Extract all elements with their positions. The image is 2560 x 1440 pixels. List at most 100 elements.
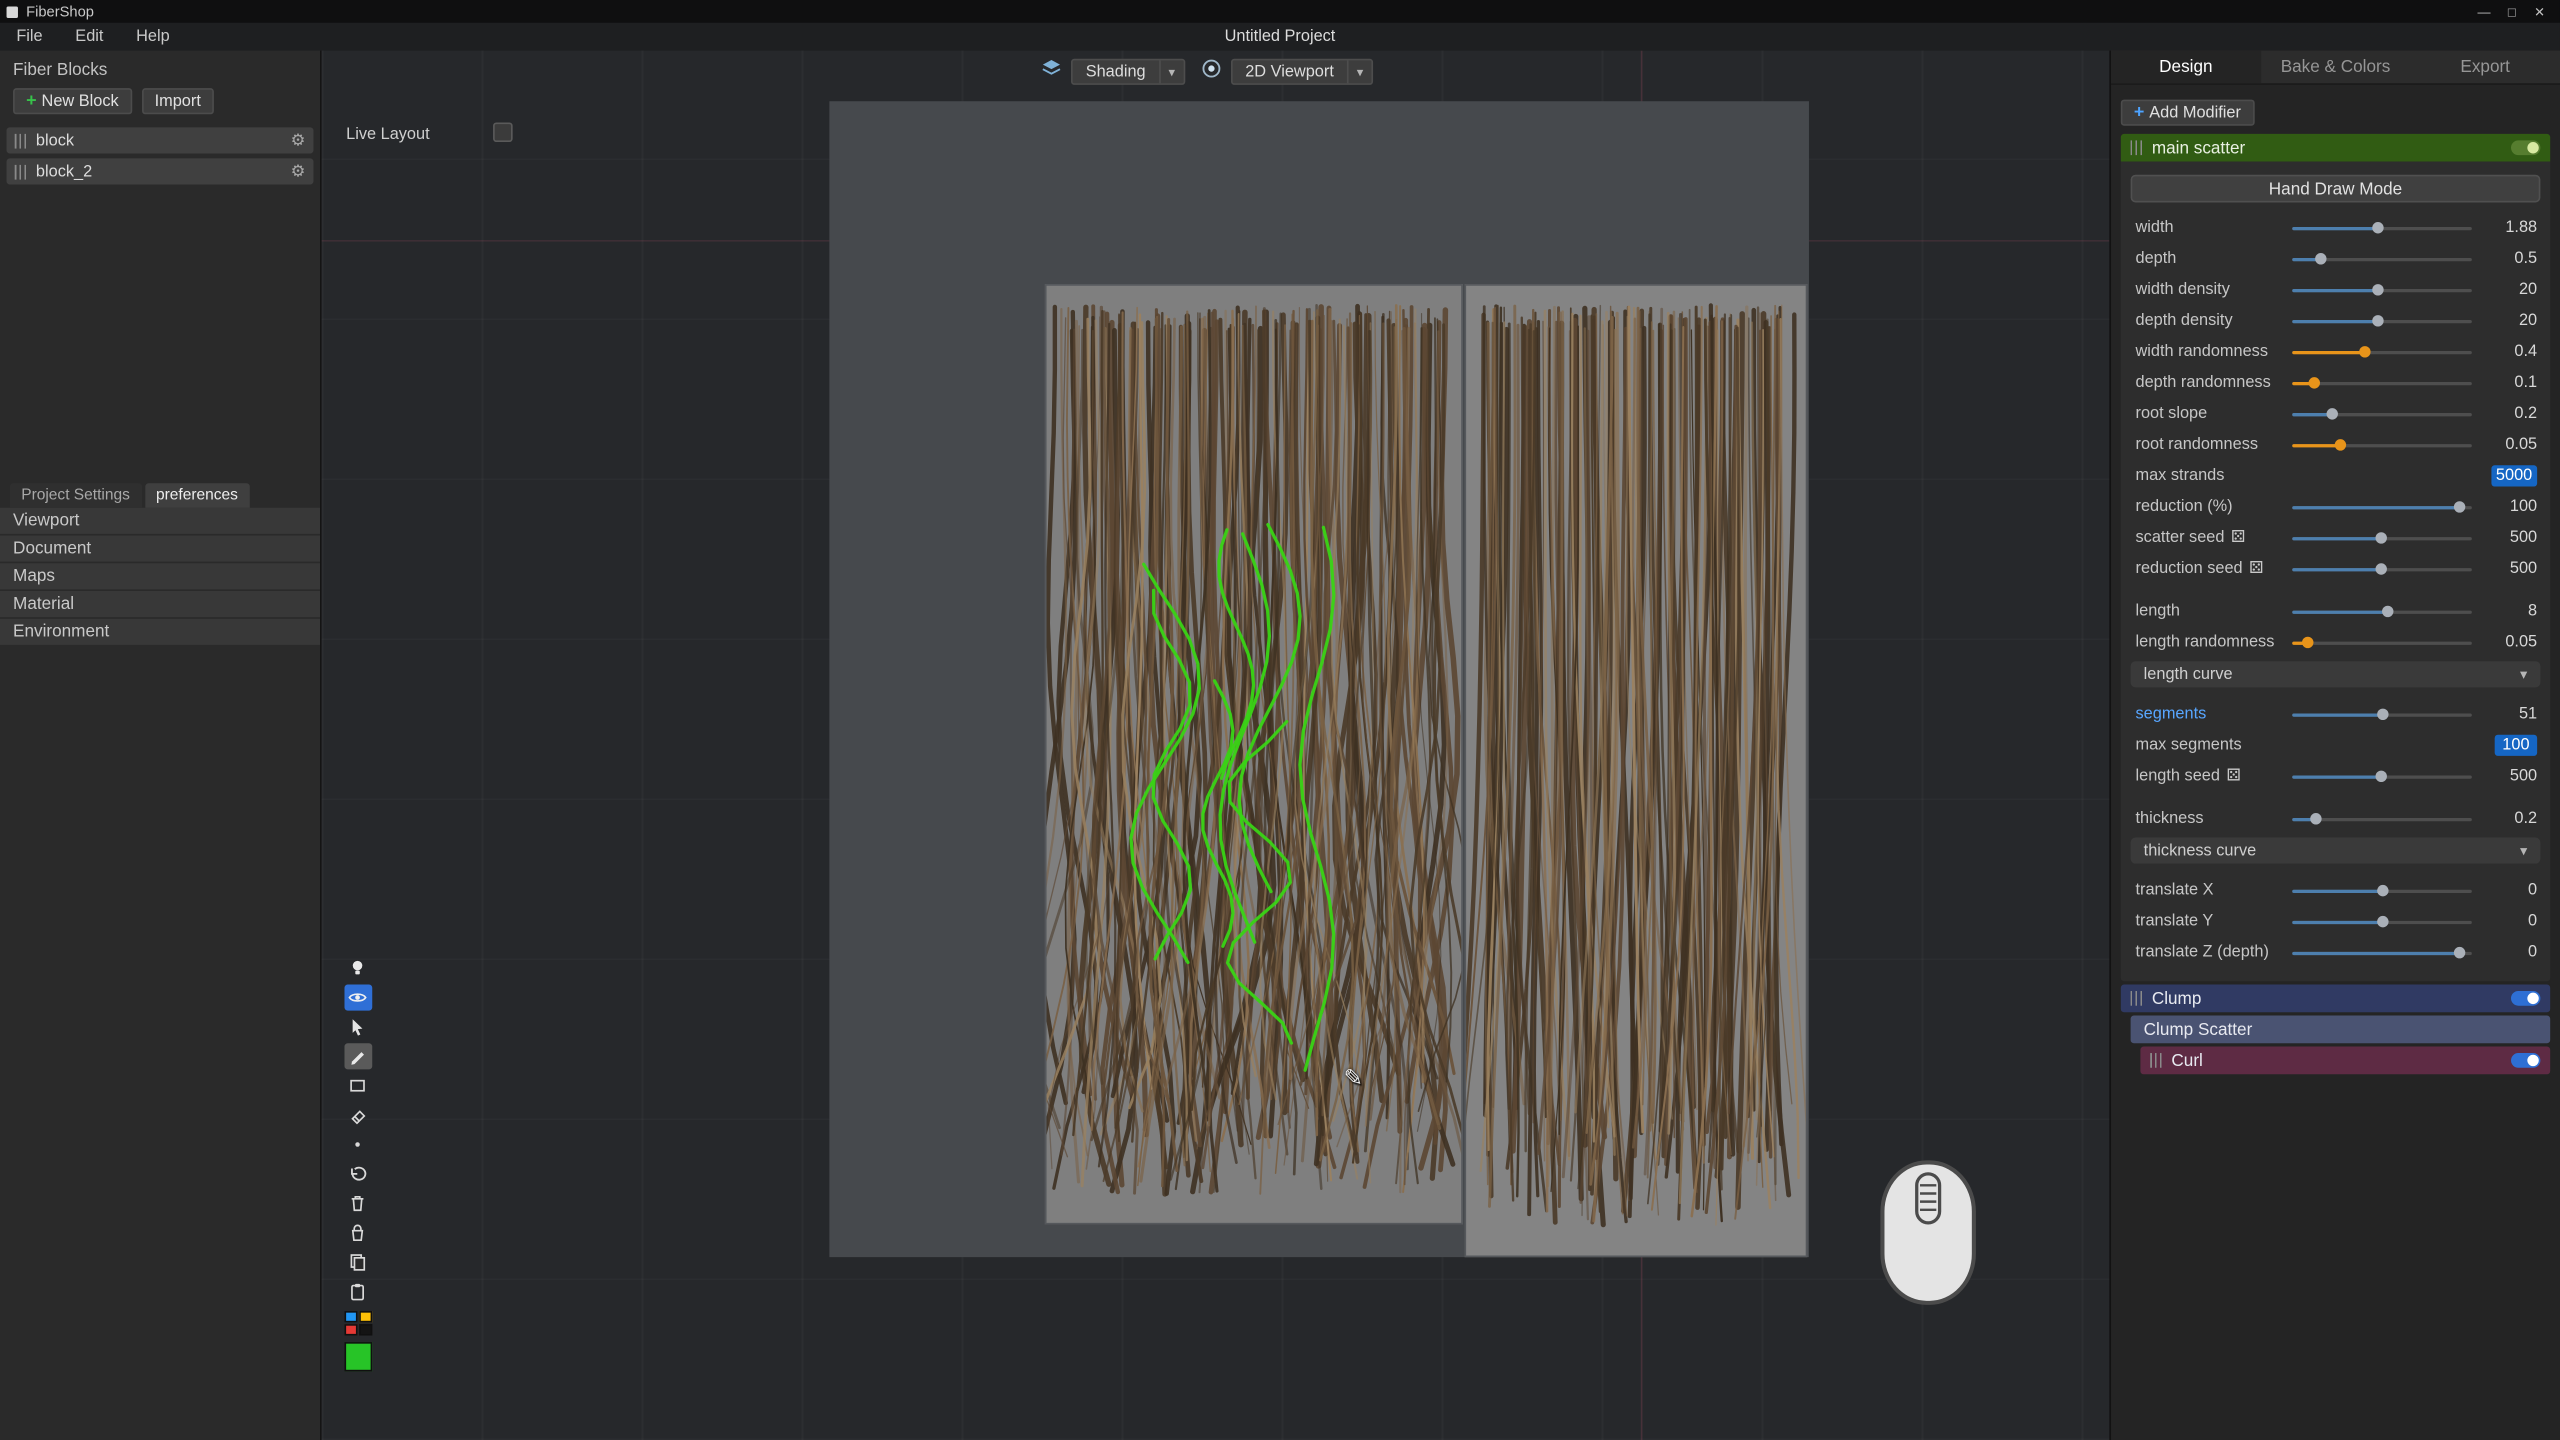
param-slider[interactable] [2292,283,2472,296]
thickness-curve-bar[interactable]: thickness curve▾ [2131,838,2541,864]
live-layout-checkbox[interactable] [493,122,513,142]
param-slider[interactable] [2292,531,2472,544]
param-value[interactable]: 51 [2482,705,2538,723]
viewport-mode-dropdown[interactable]: 2D Viewport ▾ [1231,59,1374,85]
param-value[interactable]: 20 [2482,312,2538,330]
menu-edit[interactable]: Edit [59,23,120,51]
palette-swatch[interactable] [358,1311,371,1322]
slider-knob[interactable] [2377,915,2388,926]
menu-help[interactable]: Help [120,23,186,51]
shading-dropdown[interactable]: Shading ▾ [1071,59,1185,85]
trash-tool-button[interactable] [344,1190,372,1216]
eraser-tool-button[interactable] [344,1102,372,1128]
menu-file[interactable]: File [0,23,59,51]
param-slider[interactable] [2292,636,2472,649]
chevron-down-icon[interactable]: ▾ [2520,842,2527,860]
param-value[interactable]: 1.88 [2482,219,2538,237]
slider-knob[interactable] [2375,770,2386,781]
gear-icon[interactable]: ⚙ [291,162,306,180]
dice-icon[interactable]: ⚄ [2226,768,2240,784]
hair-preview-right[interactable] [1466,286,1806,1256]
param-value[interactable]: 0.05 [2482,633,2538,651]
param-slider[interactable] [2292,252,2472,265]
viewport[interactable]: Shading ▾ 2D Viewport ▾ Live Layout ✎ [322,51,2110,1440]
slider-knob[interactable] [2309,376,2320,387]
pen-tool-button[interactable] [344,1043,372,1069]
param-slider[interactable] [2292,946,2472,959]
paint-tool-button[interactable] [344,1220,372,1246]
tab-project-settings[interactable]: Project Settings [10,483,142,507]
slider-knob[interactable] [2302,636,2313,647]
slider-knob[interactable] [2377,884,2388,895]
window-minimize-button[interactable]: — [2470,4,2498,19]
slider-knob[interactable] [2314,252,2325,263]
param-slider[interactable] [2292,407,2472,420]
chevron-down-icon[interactable]: ▾ [1347,60,1371,83]
param-value[interactable]: 0 [2482,944,2538,962]
slider-knob[interactable] [2454,946,2465,957]
window-maximize-button[interactable]: □ [2498,4,2526,19]
modifier-curl[interactable]: Curl [2140,1047,2550,1075]
param-value[interactable]: 100 [2495,735,2537,756]
settings-category-viewport[interactable]: Viewport [0,508,320,534]
slider-knob[interactable] [2334,438,2345,449]
drag-handle-icon[interactable] [2131,991,2142,1006]
slider-knob[interactable] [2375,562,2386,573]
param-slider[interactable] [2292,438,2472,451]
import-button[interactable]: Import [142,88,214,114]
param-value[interactable]: 0.4 [2482,343,2538,361]
palette-swatch[interactable] [344,1311,357,1322]
slider-knob[interactable] [2372,283,2383,294]
copy-tool-button[interactable] [344,1249,372,1275]
param-value[interactable]: 500 [2482,767,2538,785]
param-value[interactable]: 8 [2482,602,2538,620]
curl-toggle[interactable] [2511,1053,2540,1068]
settings-category-document[interactable]: Document [0,536,320,562]
slider-knob[interactable] [2327,407,2338,418]
clipboard-tool-button[interactable] [344,1278,372,1304]
chevron-down-icon[interactable]: ▾ [1159,60,1183,83]
param-slider[interactable] [2292,605,2472,618]
clump-toggle[interactable] [2511,991,2540,1006]
tab-preferences[interactable]: preferences [145,483,250,507]
drag-handle-icon[interactable] [2150,1053,2161,1068]
param-slider[interactable] [2292,314,2472,327]
param-value[interactable]: 100 [2482,498,2538,516]
slider-knob[interactable] [2359,345,2370,356]
param-slider[interactable] [2292,770,2472,783]
hair-preview-left[interactable] [1047,286,1462,1223]
param-value[interactable]: 0.1 [2482,374,2538,392]
slider-knob[interactable] [2383,605,2394,616]
param-slider[interactable] [2292,915,2472,928]
tab-export[interactable]: Export [2410,51,2560,84]
slider-knob[interactable] [2377,708,2388,719]
hand-draw-mode-button[interactable]: Hand Draw Mode [2131,175,2541,203]
slider-knob[interactable] [2372,314,2383,325]
modifier-clump[interactable]: Clump [2121,984,2550,1012]
drag-handle-icon[interactable] [2131,140,2142,155]
hair-card-left[interactable] [1045,284,1463,1224]
settings-category-material[interactable]: Material [0,591,320,617]
slider-knob[interactable] [2454,500,2465,511]
settings-category-maps[interactable]: Maps [0,563,320,589]
param-slider[interactable] [2292,500,2472,513]
dice-icon[interactable]: ⚄ [2231,530,2245,546]
length-curve-bar[interactable]: length curve▾ [2131,661,2541,687]
param-value[interactable]: 0 [2482,882,2538,900]
modifier-clump-scatter[interactable]: Clump Scatter [2131,1016,2551,1044]
param-slider[interactable] [2292,812,2472,825]
main-scatter-toggle[interactable] [2511,140,2540,155]
cursor-tool-button[interactable] [344,1014,372,1040]
param-value[interactable]: 500 [2482,529,2538,547]
chevron-down-icon[interactable]: ▾ [2520,665,2527,683]
param-slider[interactable] [2292,708,2472,721]
block-row-block[interactable]: block⚙ [7,127,314,153]
main-scatter-header[interactable]: main scatter [2121,134,2550,162]
drag-handle-icon[interactable] [15,133,26,148]
slider-knob[interactable] [2311,812,2322,823]
palette-swatch[interactable] [344,1324,357,1335]
tab-bake-colors[interactable]: Bake & Colors [2261,51,2411,84]
new-block-button[interactable]: + New Block [13,88,132,114]
param-value[interactable]: 0.5 [2482,250,2538,268]
param-value[interactable]: 0 [2482,913,2538,931]
